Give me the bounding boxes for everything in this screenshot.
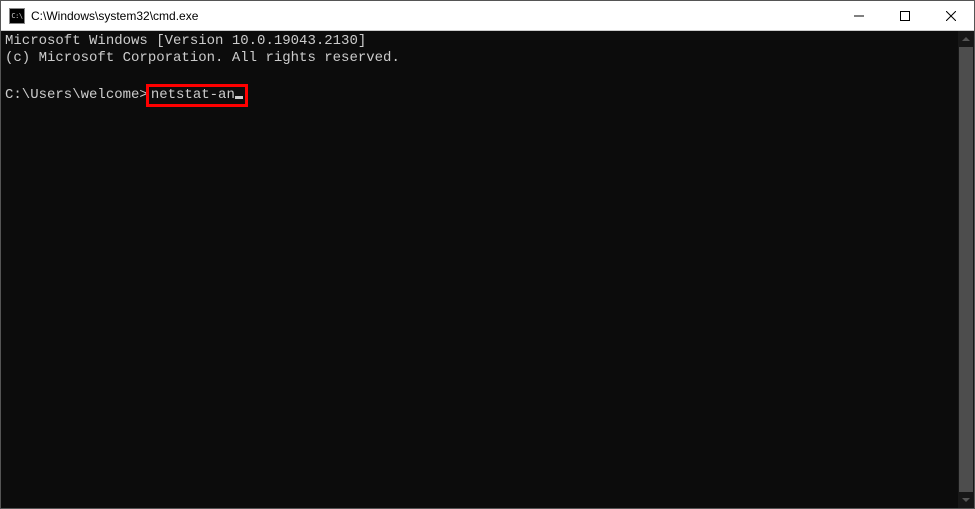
chevron-up-icon (962, 37, 970, 41)
command-text: netstat-an (151, 87, 235, 103)
terminal-area: Microsoft Windows [Version 10.0.19043.21… (1, 31, 974, 508)
cursor (235, 96, 243, 99)
maximize-button[interactable] (882, 1, 928, 30)
scrollbar-thumb[interactable] (959, 47, 973, 492)
cmd-icon: C:\ (9, 8, 25, 24)
cmd-window: C:\ C:\Windows\system32\cmd.exe Microsof… (0, 0, 975, 509)
command-highlight: netstat-an (146, 84, 248, 107)
vertical-scrollbar[interactable] (958, 31, 974, 508)
scroll-up-button[interactable] (958, 31, 974, 47)
window-title: C:\Windows\system32\cmd.exe (31, 9, 836, 23)
close-icon (946, 11, 956, 21)
terminal-line: (c) Microsoft Corporation. All rights re… (5, 50, 400, 66)
terminal-line: Microsoft Windows [Version 10.0.19043.21… (5, 33, 366, 49)
scroll-down-button[interactable] (958, 492, 974, 508)
maximize-icon (900, 11, 910, 21)
titlebar[interactable]: C:\ C:\Windows\system32\cmd.exe (1, 1, 974, 31)
scrollbar-track[interactable] (958, 47, 974, 492)
minimize-icon (854, 11, 864, 21)
close-button[interactable] (928, 1, 974, 30)
window-controls (836, 1, 974, 30)
prompt: C:\Users\welcome> (5, 87, 148, 103)
minimize-button[interactable] (836, 1, 882, 30)
terminal[interactable]: Microsoft Windows [Version 10.0.19043.21… (1, 31, 958, 508)
chevron-down-icon (962, 498, 970, 502)
